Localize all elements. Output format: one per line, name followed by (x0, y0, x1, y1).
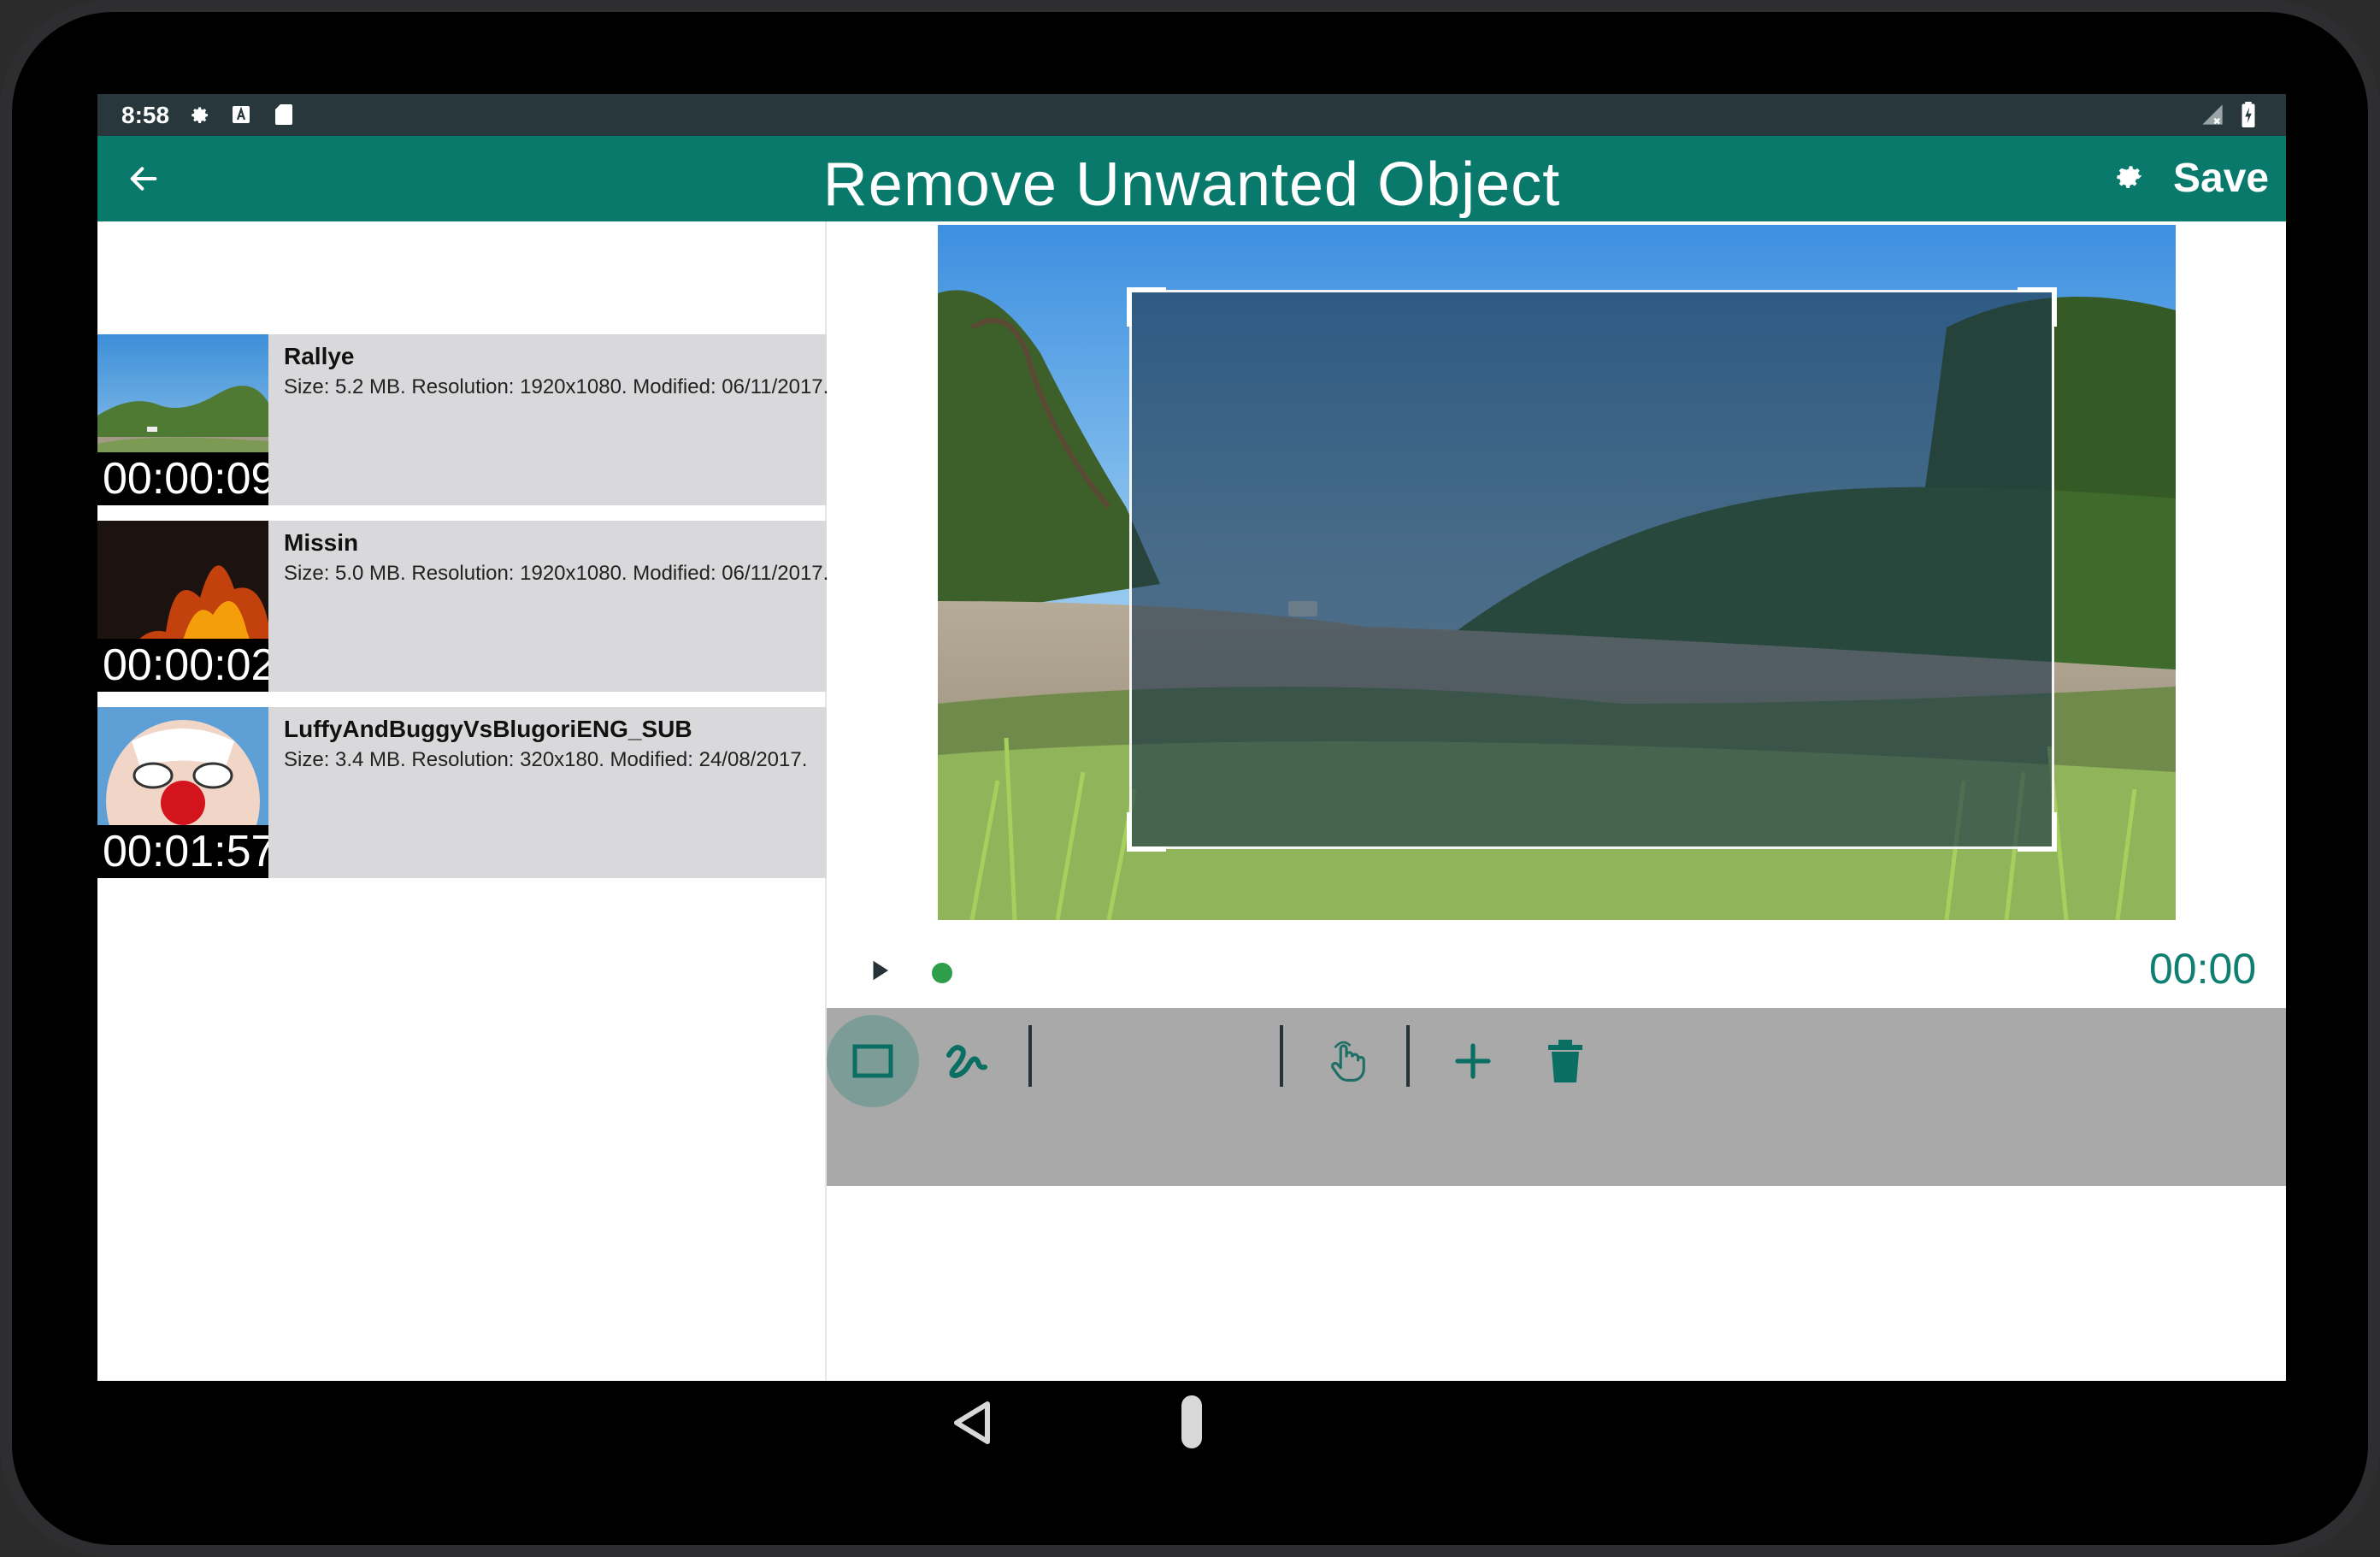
tools-bar (827, 1008, 2286, 1186)
tools-divider (1406, 1025, 1410, 1087)
resize-handle-bottom-left[interactable] (1127, 812, 1166, 852)
video-list: 00:00:09 Rallye Size: 5.2 MB. Resolution… (97, 221, 829, 1381)
play-button[interactable] (858, 949, 901, 992)
video-thumbnail: 00:00:09 (97, 334, 268, 505)
page-title: Remove Unwanted Object (822, 150, 1561, 219)
rectangle-select-tool[interactable] (827, 1015, 919, 1107)
save-button[interactable]: Save (2173, 155, 2269, 202)
status-time: 8:58 (121, 102, 170, 128)
video-duration: 00:01:57 (97, 825, 268, 878)
video-item-rallye[interactable]: 00:00:09 Rallye Size: 5.2 MB. Resolution… (97, 334, 829, 505)
video-duration: 00:00:02 (97, 639, 268, 692)
settings-status-icon (186, 103, 210, 127)
app-bar: Remove Unwanted Object Save (97, 136, 2286, 221)
triangle-back-icon (954, 1401, 990, 1444)
freehand-draw-icon (946, 1045, 987, 1078)
keyboard-a-icon (229, 103, 253, 127)
battery-charging-icon (2236, 102, 2260, 127)
video-meta: Size: 5.2 MB. Resolution: 1920x1080. Mod… (284, 375, 829, 398)
hand-tool[interactable] (1300, 1015, 1393, 1107)
video-thumbnail: 00:00:02 (97, 521, 268, 692)
playback-time: 00:00 (2149, 945, 2257, 993)
tools-divider (1028, 1025, 1032, 1087)
delete-button[interactable] (1519, 1015, 1611, 1107)
seek-bar-thumb[interactable] (932, 963, 952, 983)
video-meta: Size: 5.0 MB. Resolution: 1920x1080. Mod… (284, 562, 829, 585)
video-meta: Size: 3.4 MB. Resolution: 320x180. Modif… (284, 748, 808, 771)
video-item-luffy[interactable]: 00:01:57 LuffyAndBuggyVsBlugoriENG_SUB S… (97, 707, 827, 878)
freehand-select-tool[interactable] (921, 1015, 1013, 1107)
resize-handle-bottom-right[interactable] (2018, 812, 2057, 852)
tools-divider (1280, 1025, 1283, 1087)
video-item-missin[interactable]: 00:00:02 Missin Size: 5.0 MB. Resolution… (97, 521, 829, 692)
nav-back-button[interactable] (947, 1399, 995, 1447)
resize-handle-top-right[interactable] (2018, 287, 2057, 327)
screen: 8:58 Remove Unwanted Object Save 00:00:0… (97, 94, 2286, 1381)
status-bar: 8:58 (97, 94, 2286, 136)
video-duration: 00:00:09 (97, 452, 268, 505)
selection-rectangle[interactable] (1127, 287, 2057, 852)
video-thumbnail: 00:01:57 (97, 707, 268, 878)
trash-icon (1548, 1040, 1582, 1082)
rectangle-icon (852, 1044, 893, 1078)
gear-icon (2117, 166, 2142, 188)
nav-home-button[interactable] (1181, 1395, 1202, 1448)
play-icon (873, 960, 888, 981)
video-name: LuffyAndBuggyVsBlugoriENG_SUB (284, 716, 692, 742)
signal-icon (2200, 103, 2224, 127)
settings-button[interactable] (2108, 156, 2151, 199)
touch-hand-icon (1331, 1041, 1365, 1082)
video-name: Rallye (284, 343, 355, 369)
resize-handle-top-left[interactable] (1127, 287, 1166, 327)
plus-icon (1455, 1043, 1491, 1079)
sd-card-icon (272, 103, 296, 127)
video-name: Missin (284, 529, 359, 556)
add-button[interactable] (1427, 1015, 1519, 1107)
